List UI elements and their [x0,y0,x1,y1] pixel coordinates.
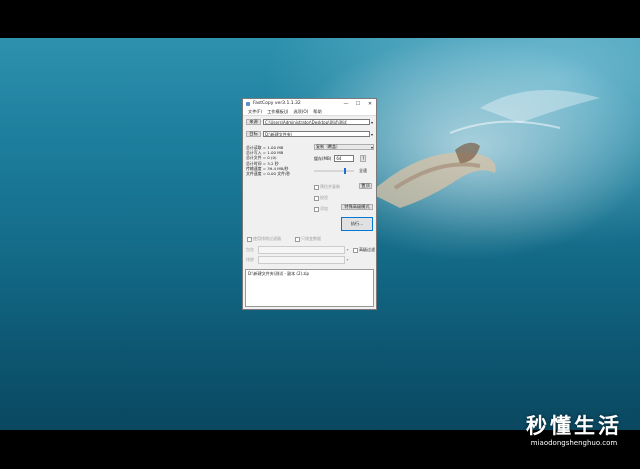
target-path-input[interactable]: D:\新建文件夹\ [263,131,370,137]
source-dropdown-icon[interactable]: ▾ [370,120,374,125]
include-label: 包含 [246,246,254,252]
watermark-main: 秒懂生活 [526,414,622,438]
mode-select-value: 复制（覆盖） [316,144,340,149]
include-input[interactable] [258,245,345,254]
target-dropdown-icon[interactable]: ▾ [370,132,374,137]
source-button[interactable]: 来源 [246,119,261,125]
log-area[interactable]: D:\新建文件夹\测试 - 副本 (2).zip [245,269,374,307]
menu-help[interactable]: 帮助 [313,109,321,115]
advanced-mode-button[interactable]: 特殊高级模式 [341,204,373,210]
source-row: 来源 C:\Users\Administrator\Desktop\测试\测试 … [246,118,374,126]
execute-button[interactable]: 执行... [341,217,373,231]
buffer-input[interactable]: 64 [334,155,355,162]
close-button[interactable]: ✕ [364,99,376,108]
target-button[interactable]: 目标 [246,131,261,137]
menu-options[interactable]: 选项(O) [293,109,308,115]
exclude-dropdown-icon[interactable]: ▾ [345,257,350,262]
verify-checkbox[interactable]: 校验 [314,195,328,201]
speed-label: 全速 [359,168,367,173]
window-title: FastCopy ver3.1.1.32 [253,101,301,106]
speed-slider-track[interactable] [314,170,354,172]
menu-job[interactable]: 工作模板(J) [267,109,288,115]
changed-only-checkbox[interactable]: 只改变数据 [295,236,321,242]
menu-file[interactable]: 文件(F) [248,109,262,115]
menu-bar: 文件(F) 工作模板(J) 选项(O) 帮助 [243,108,376,116]
acl-checkbox[interactable]: 添加 [314,206,328,212]
buffer-label: 缓存(MB) [314,155,332,161]
buffer-row: 缓存(MB) 64 ? [314,155,374,162]
title-bar[interactable]: FastCopy ver3.1.1.32 — ☐ ✕ [243,99,376,108]
stats-panel: 总计读取 = 1.00 MB 总计写入 = 1.00 MB 总计文件 = 0 (… [246,145,310,176]
stat-file-rate: 文件速度 = 0.00 文件/秒 [246,171,291,177]
app-icon [246,101,250,106]
exclude-input[interactable] [258,255,345,264]
minimize-button[interactable]: — [340,99,352,108]
source-path-input[interactable]: C:\Users\Administrator\Desktop\测试\测试 [263,119,370,125]
top-button[interactable]: 置顶 [359,183,372,189]
chevron-down-icon: ▾ [370,144,373,150]
top-letterbox [0,0,640,38]
help-icon[interactable]: ? [360,155,367,162]
log-line: D:\新建文件夹\测试 - 副本 (2).zip [248,271,310,276]
watermark-url: miaodongshenghuo.com [530,439,618,447]
speed-slider-thumb[interactable] [344,168,346,174]
estimate-checkbox[interactable]: 预估并复制 [314,184,340,190]
include-dropdown-icon[interactable]: ▾ [345,247,350,252]
include-row: 包含 ▾ [246,245,350,254]
exclude-filter-checkbox[interactable]: 使用排除过滤器 [247,236,281,242]
advanced-filter-checkbox[interactable]: 高级过滤 [353,247,375,253]
watermark: 秒懂生活 miaodongshenghuo.com [526,414,622,448]
exclude-row: 排除 ▾ [246,255,350,264]
exclude-label: 排除 [246,256,254,262]
maximize-button[interactable]: ☐ [352,99,364,108]
fastcopy-window: FastCopy ver3.1.1.32 — ☐ ✕ 文件(F) 工作模板(J)… [242,98,377,310]
target-row: 目标 D:\新建文件夹\ ▾ [246,130,374,138]
mode-select[interactable]: 复制（覆盖） ▾ [314,144,374,150]
